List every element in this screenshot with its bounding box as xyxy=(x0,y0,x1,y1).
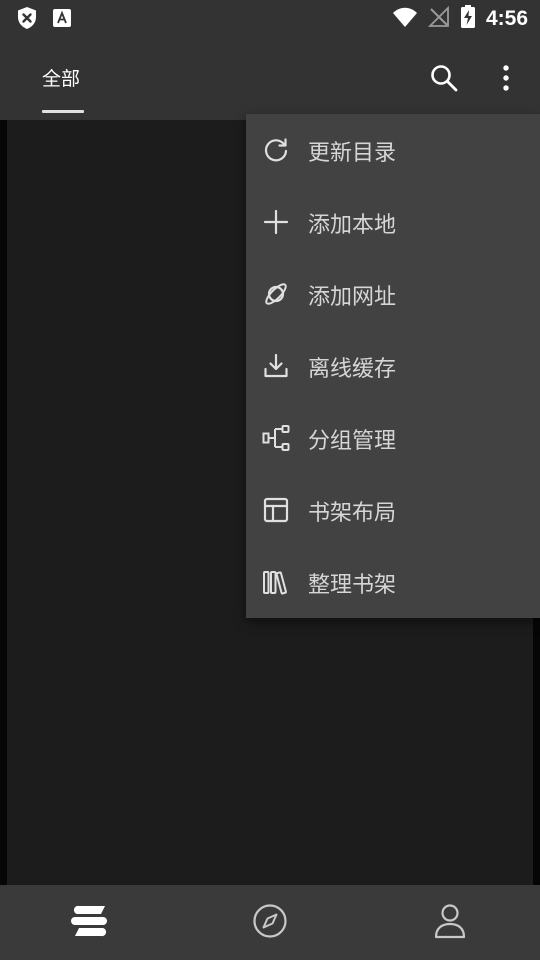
menu-item-label: 离线缓存 xyxy=(308,357,397,382)
menu-item-label: 书架布局 xyxy=(308,501,397,526)
menu-item-add-local[interactable]: 添加本地 xyxy=(246,186,540,258)
menu-item-label: 更新目录 xyxy=(308,141,397,166)
compass-icon xyxy=(252,903,288,943)
person-icon xyxy=(433,903,467,943)
content-edge-left xyxy=(0,120,7,885)
search-icon[interactable] xyxy=(428,62,460,94)
menu-item-shelf-layout[interactable]: 书架布局 xyxy=(246,474,540,546)
clock: 4:56 xyxy=(485,7,528,30)
group-tree-icon xyxy=(262,424,290,452)
layout-icon xyxy=(262,496,290,524)
font-a-icon xyxy=(52,8,72,32)
planet-icon xyxy=(262,280,290,308)
tab-all[interactable]: 全部 xyxy=(42,40,80,114)
more-vert-icon[interactable] xyxy=(490,62,522,94)
overflow-menu: 更新目录 添加本地 添加网址 离线缓存 分组管理 书架布局 整理书架 xyxy=(246,114,540,618)
nav-profile-button[interactable] xyxy=(430,903,470,943)
wifi-icon xyxy=(392,6,418,32)
menu-item-label: 添加本地 xyxy=(308,213,397,238)
plus-icon xyxy=(262,208,290,236)
refresh-icon xyxy=(262,136,290,164)
menu-item-label: 添加网址 xyxy=(308,285,397,310)
nav-bookshelf-button[interactable] xyxy=(70,903,110,943)
menu-item-label: 分组管理 xyxy=(308,429,397,454)
menu-item-group-manage[interactable]: 分组管理 xyxy=(246,402,540,474)
menu-item-offline-cache[interactable]: 离线缓存 xyxy=(246,330,540,402)
books-icon xyxy=(262,568,290,596)
status-bar: 4:56 xyxy=(0,0,540,40)
bottom-nav xyxy=(0,885,540,960)
nav-discover-button[interactable] xyxy=(250,903,290,943)
download-icon xyxy=(262,352,290,380)
no-signal-icon xyxy=(427,5,450,32)
menu-item-organize-shelf[interactable]: 整理书架 xyxy=(246,546,540,618)
top-app-bar: 全部 xyxy=(0,40,540,120)
menu-item-add-url[interactable]: 添加网址 xyxy=(246,258,540,330)
menu-item-update-catalog[interactable]: 更新目录 xyxy=(246,114,540,186)
menu-item-label: 整理书架 xyxy=(308,573,397,598)
bookshelf-icon xyxy=(71,904,109,942)
shield-x-icon xyxy=(16,6,38,34)
tab-indicator xyxy=(42,110,84,113)
battery-charging-icon xyxy=(460,5,476,33)
